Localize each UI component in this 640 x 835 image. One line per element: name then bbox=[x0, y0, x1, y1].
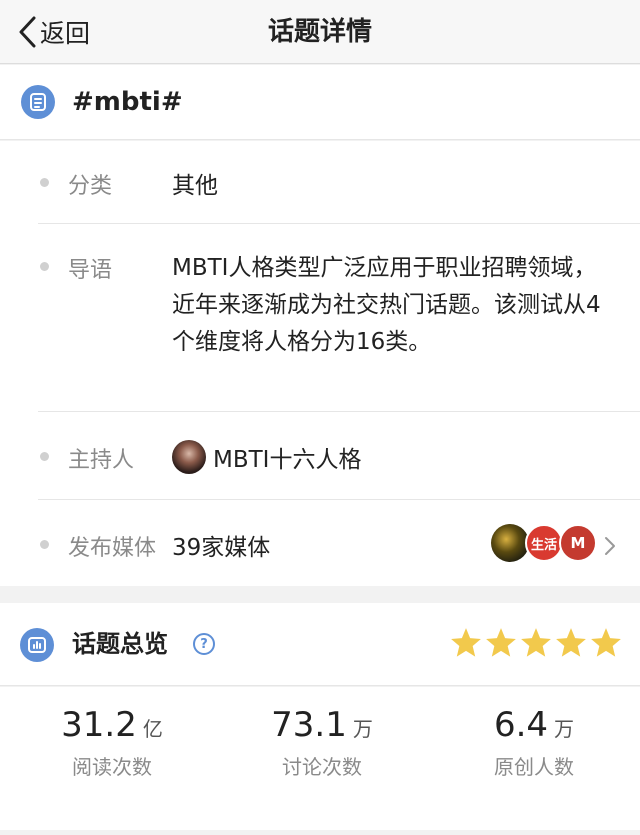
rating-stars bbox=[449, 626, 623, 660]
star-icon bbox=[591, 628, 621, 657]
stat-unit: 亿 bbox=[142, 717, 163, 741]
stats-panel: 31.2 亿 阅读次数 73.1 万 讨论次数 6.4 万 原创人数 bbox=[0, 687, 640, 830]
intro-label: 导语 bbox=[68, 258, 113, 283]
stat-label: 原创人数 bbox=[494, 755, 574, 779]
stat-unit: 万 bbox=[352, 717, 373, 741]
bullet-dot-icon bbox=[40, 178, 49, 187]
media-label: 发布媒体 bbox=[68, 536, 157, 561]
topic-name: #mbti# bbox=[72, 87, 183, 117]
media-avatar-3[interactable]: M bbox=[559, 524, 597, 562]
chevron-right-icon[interactable] bbox=[603, 535, 617, 557]
stat-read: 31.2 亿 阅读次数 bbox=[52, 705, 172, 780]
bullet-dot-icon bbox=[40, 540, 49, 549]
media-avatar-1[interactable] bbox=[491, 524, 529, 562]
host-label: 主持人 bbox=[68, 448, 135, 473]
stat-value: 6.4 bbox=[493, 705, 549, 745]
media-count[interactable]: 39家媒体 bbox=[172, 528, 270, 562]
star-icon bbox=[521, 628, 551, 657]
media-avatar-2[interactable]: 生活 bbox=[525, 524, 563, 562]
star-icon bbox=[486, 628, 516, 657]
star-icon bbox=[451, 628, 481, 657]
intro-text: MBTI人格类型广泛应用于职业招聘领域，近年来逐渐成为社交热门话题。该测试从4个… bbox=[172, 255, 601, 355]
chart-bars-icon bbox=[20, 628, 54, 662]
bullet-dot-icon bbox=[40, 262, 49, 271]
host-avatar[interactable] bbox=[172, 440, 206, 474]
stat-original: 6.4 万 原创人数 bbox=[474, 705, 594, 780]
stat-value: 31.2 bbox=[61, 705, 137, 745]
media-avatar-3-text: M bbox=[570, 534, 586, 552]
stat-unit: 万 bbox=[554, 717, 575, 741]
topic-doc-icon bbox=[21, 85, 55, 119]
media-avatar-2-text: 生活 bbox=[530, 537, 557, 553]
bullet-dot-icon bbox=[40, 452, 49, 461]
back-label: 返回 bbox=[40, 19, 91, 48]
page-title: 话题详情 bbox=[267, 17, 372, 47]
stat-label: 阅读次数 bbox=[72, 755, 152, 779]
stat-label: 讨论次数 bbox=[282, 755, 362, 779]
stat-discuss: 73.1 万 讨论次数 bbox=[262, 705, 382, 780]
page: 返回 话题详情 #mbti# 分类 其他 导语 MBTI人格类型广泛应用于职业招… bbox=[0, 0, 640, 835]
category-value: 其他 bbox=[172, 173, 218, 199]
nav-bar: 返回 话题详情 bbox=[0, 0, 640, 64]
back-button[interactable]: 返回 bbox=[18, 10, 90, 54]
category-label: 分类 bbox=[68, 174, 113, 199]
stat-value: 73.1 bbox=[271, 705, 347, 745]
star-icon bbox=[556, 628, 586, 657]
help-icon[interactable]: ? bbox=[193, 633, 215, 655]
host-name[interactable]: MBTI十六人格 bbox=[213, 440, 361, 474]
chevron-left-icon bbox=[19, 16, 36, 48]
overview-title: 话题总览 bbox=[72, 630, 168, 658]
